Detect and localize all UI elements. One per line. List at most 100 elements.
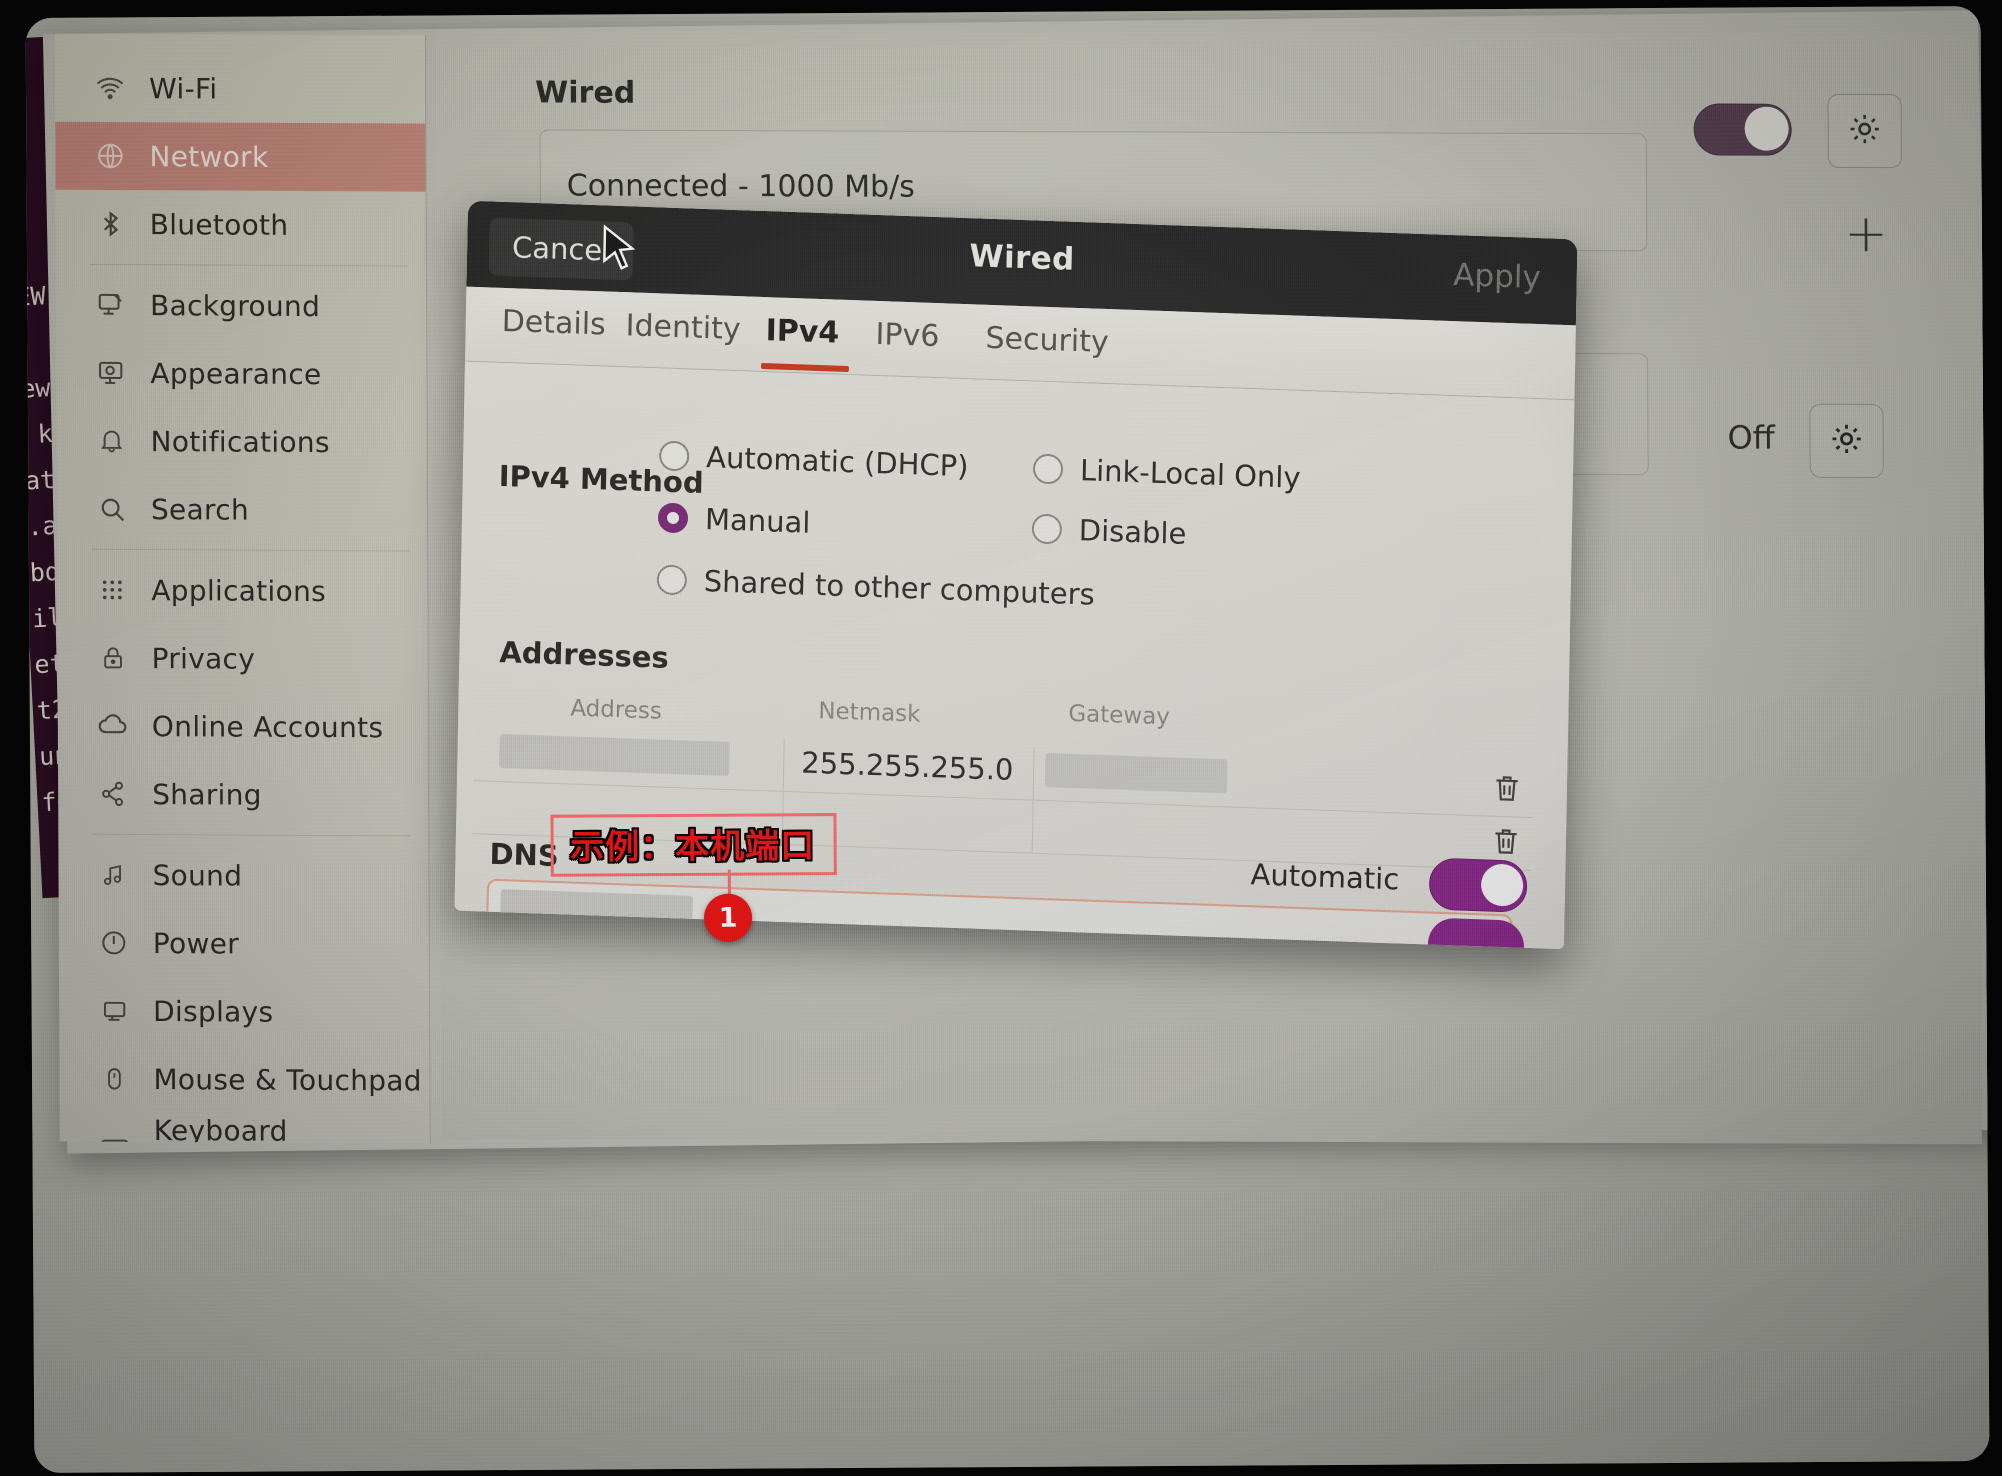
- tab-security[interactable]: Security: [985, 321, 1109, 360]
- sidebar-item-applications[interactable]: Applications: [57, 556, 427, 626]
- sidebar-item-sound[interactable]: Sound: [58, 841, 428, 911]
- sidebar-item-displays[interactable]: Displays: [59, 977, 429, 1047]
- grid-icon: [95, 573, 129, 607]
- secondary-state-label: Off: [1727, 418, 1775, 457]
- tab-ipv6[interactable]: IPv6: [875, 317, 939, 354]
- background-icon: [94, 288, 128, 322]
- tab-ipv4[interactable]: IPv4: [765, 313, 839, 351]
- wifi-icon: [93, 71, 127, 105]
- apply-button-label: Apply: [1452, 257, 1542, 297]
- sidebar-item-privacy[interactable]: Privacy: [57, 624, 427, 694]
- sidebar-item-search[interactable]: Search: [57, 475, 427, 545]
- addresses-label: Addresses: [499, 634, 670, 675]
- gear-icon: [1828, 421, 1864, 461]
- radio-button-icon: [1031, 513, 1063, 545]
- sidebar-item-label: Privacy: [151, 641, 256, 676]
- music-note-icon: [96, 858, 130, 892]
- radio-button-selected-icon: [657, 502, 689, 534]
- radio-button-icon: [656, 564, 688, 596]
- column-header-address: Address: [570, 695, 663, 725]
- gateway-field-redacted[interactable]: [1044, 753, 1228, 794]
- column-header-gateway: Gateway: [1068, 700, 1171, 731]
- radio-disable[interactable]: Disable: [1031, 511, 1187, 551]
- routes-automatic-toggle[interactable]: [1427, 917, 1525, 949]
- tab-identity[interactable]: Identity: [625, 308, 741, 347]
- sidebar-item-label: Sharing: [152, 777, 262, 812]
- sidebar-item-online-accounts[interactable]: Online Accounts: [58, 692, 428, 762]
- network-icon: [93, 139, 127, 173]
- add-connection-button[interactable]: +: [1844, 204, 1888, 264]
- sidebar-item-bluetooth[interactable]: Bluetooth: [56, 190, 426, 260]
- apply-button[interactable]: Apply: [1453, 257, 1541, 296]
- sidebar-item-mouse-touchpad[interactable]: Mouse & Touchpad: [59, 1045, 429, 1115]
- sidebar-item-label: Online Accounts: [151, 709, 384, 744]
- delete-address-button[interactable]: [1490, 825, 1523, 862]
- search-icon: [95, 492, 129, 526]
- display-icon: [97, 994, 131, 1028]
- radio-label: Link-Local Only: [1079, 453, 1301, 495]
- sidebar-item-label: Applications: [151, 573, 327, 608]
- sidebar-divider: [91, 548, 410, 552]
- keyboard-icon: [98, 1130, 132, 1144]
- sidebar-item-keyboard-shortcuts[interactable]: Keyboard Shortcuts: [60, 1113, 430, 1144]
- tab-details[interactable]: Details: [501, 304, 606, 343]
- settings-sidebar: Wi-Fi Network Bluetooth Background Appea…: [54, 33, 431, 1144]
- delete-address-button[interactable]: [1491, 772, 1524, 809]
- lock-icon: [96, 641, 130, 675]
- dns-label: DNS: [489, 836, 560, 874]
- share-icon: [96, 777, 130, 811]
- sidebar-item-wifi[interactable]: Wi-Fi: [55, 54, 425, 124]
- ipv4-settings-panel: IPv4 Method Automatic (DHCP) Manual Shar…: [454, 361, 1575, 950]
- radio-label: Disable: [1078, 513, 1187, 551]
- address-field-redacted[interactable]: [499, 734, 730, 777]
- dns-automatic-label: Automatic: [1250, 857, 1400, 897]
- sidebar-item-label: Bluetooth: [149, 207, 289, 242]
- sidebar-item-label: Appearance: [150, 356, 322, 391]
- cloud-icon: [96, 709, 130, 743]
- sidebar-item-notifications[interactable]: Notifications: [56, 407, 426, 477]
- addresses-table: 255.255.255.0: [471, 728, 1534, 872]
- sidebar-item-label: Notifications: [150, 424, 330, 459]
- radio-label: Manual: [704, 502, 811, 540]
- radio-label: Automatic (DHCP): [705, 440, 969, 484]
- sidebar-divider: [89, 263, 408, 267]
- radio-link-local-only[interactable]: Link-Local Only: [1032, 451, 1301, 495]
- sidebar-item-label: Background: [149, 288, 321, 323]
- bluetooth-icon: [94, 207, 128, 241]
- radio-shared-to-other-computers[interactable]: Shared to other computers: [656, 562, 1096, 612]
- sidebar-item-label: Power: [152, 926, 240, 960]
- mouse-icon: [97, 1062, 131, 1096]
- toggle-knob: [1744, 106, 1789, 151]
- section-title-wired: Wired: [535, 75, 636, 111]
- radio-label: Shared to other computers: [703, 564, 1096, 612]
- netmask-value[interactable]: 255.255.255.0: [801, 746, 1014, 787]
- sidebar-item-label: Mouse & Touchpad: [153, 1062, 422, 1097]
- sidebar-item-appearance[interactable]: Appearance: [56, 339, 426, 409]
- sidebar-item-label: Network: [149, 139, 269, 174]
- wired-settings-gear-button[interactable]: [1827, 93, 1902, 169]
- sidebar-item-label: Sound: [152, 858, 243, 893]
- secondary-settings-gear-button[interactable]: [1809, 403, 1884, 479]
- power-icon: [97, 926, 131, 960]
- sidebar-item-label: Displays: [153, 994, 274, 1029]
- radio-manual[interactable]: Manual: [657, 500, 811, 540]
- wired-power-toggle[interactable]: [1693, 103, 1792, 156]
- connection-status-label: Connected - 1000 Mb/s: [566, 168, 915, 205]
- radio-automatic-dhcp[interactable]: Automatic (DHCP): [658, 438, 969, 484]
- sidebar-item-sharing[interactable]: Sharing: [58, 760, 428, 830]
- radio-button-icon: [1032, 453, 1064, 485]
- mouse-cursor-icon: [599, 223, 642, 280]
- photograph-of-screen: d f l n f EW ew k at .a bd8 ilu etc t20 …: [0, 0, 2002, 1476]
- appearance-icon: [94, 356, 128, 390]
- bell-icon: [95, 424, 129, 458]
- radio-button-icon: [658, 440, 690, 472]
- sidebar-item-network[interactable]: Network: [55, 121, 426, 192]
- sidebar-item-power[interactable]: Power: [59, 909, 429, 979]
- sidebar-item-background[interactable]: Background: [56, 271, 426, 341]
- dns-automatic-toggle[interactable]: [1428, 857, 1528, 913]
- column-header-netmask: Netmask: [818, 698, 921, 728]
- sidebar-item-label: Search: [150, 492, 250, 527]
- sidebar-item-label: Keyboard Shortcuts: [153, 1114, 288, 1144]
- toggle-knob: [1480, 863, 1524, 907]
- sidebar-item-label: Wi-Fi: [149, 71, 218, 106]
